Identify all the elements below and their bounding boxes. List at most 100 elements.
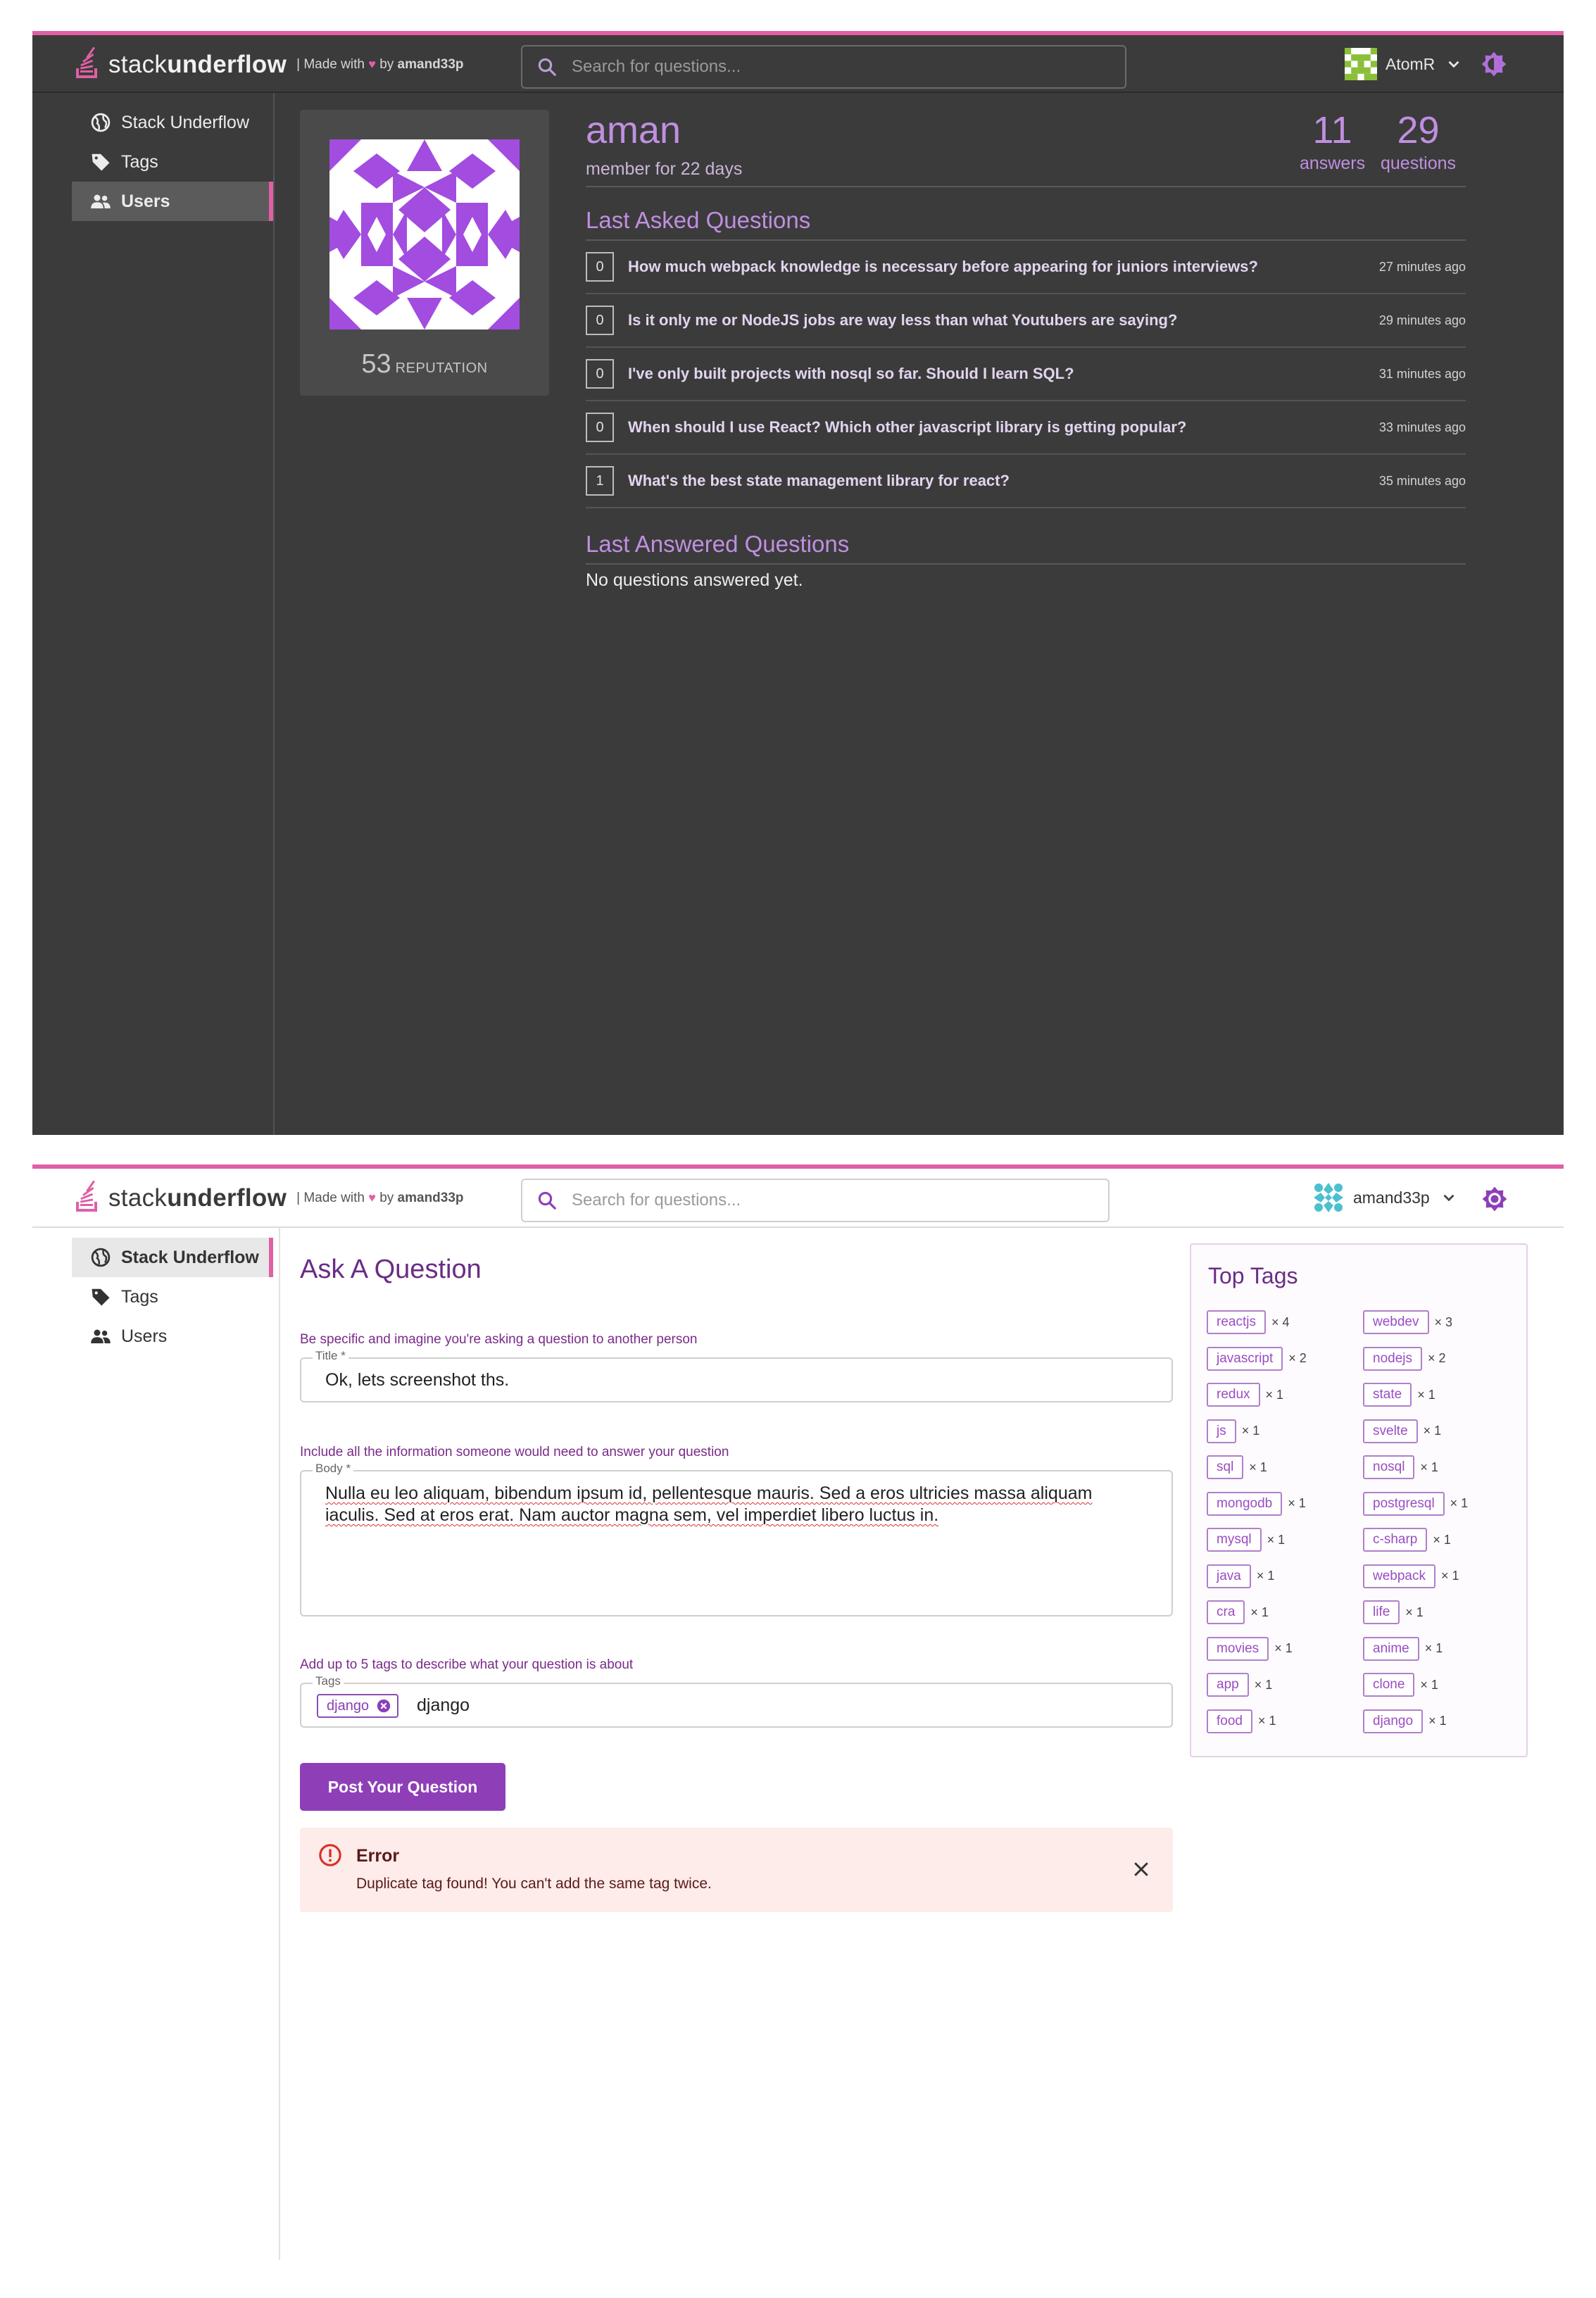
title-field[interactable]: Title * Ok, lets screenshot ths.: [300, 1349, 1173, 1402]
tag-link[interactable]: java: [1207, 1564, 1251, 1588]
logo[interactable]: stackunderflow | Made with ♥ by amand33p: [73, 47, 464, 82]
tag-link[interactable]: nosql: [1363, 1455, 1415, 1479]
search-placeholder: Search for questions...: [572, 57, 741, 76]
question-link[interactable]: Is it only me or NodeJS jobs are way les…: [628, 311, 1379, 329]
user-menu[interactable]: amand33p: [1312, 1181, 1458, 1214]
question-link[interactable]: How much webpack knowledge is necessary …: [628, 258, 1379, 276]
question-link[interactable]: What's the best state management library…: [628, 472, 1379, 490]
sidebar-item-users[interactable]: Users: [72, 1317, 273, 1356]
tag-link[interactable]: redux: [1207, 1383, 1260, 1407]
tag-link[interactable]: reactjs: [1207, 1310, 1266, 1334]
tag-count: × 1: [1450, 1496, 1469, 1510]
body-field[interactable]: Body * Nulla eu leo aliquam, bibendum ip…: [300, 1462, 1173, 1616]
divider: [586, 563, 1466, 565]
tag-chip[interactable]: django: [317, 1694, 399, 1718]
error-message: Duplicate tag found! You can't add the s…: [356, 1876, 712, 1892]
tag-link[interactable]: state: [1363, 1383, 1412, 1407]
question-link[interactable]: When should I use React? Which other jav…: [628, 418, 1379, 437]
member-duration: member for 22 days: [586, 159, 743, 179]
top-tag-item: cra × 1: [1207, 1600, 1269, 1625]
question-row[interactable]: 0 How much webpack knowledge is necessar…: [586, 241, 1466, 294]
author-link[interactable]: amand33p: [398, 1191, 464, 1205]
question-link[interactable]: I've only built projects with nosql so f…: [628, 365, 1379, 383]
tag-count: × 1: [1256, 1569, 1275, 1583]
sidebar-item-label: Users: [121, 1326, 168, 1346]
tags-field[interactable]: Tags django django: [300, 1674, 1173, 1728]
sidebar-item-label: Tags: [121, 1286, 158, 1307]
sidebar-item-tags[interactable]: Tags: [72, 142, 273, 182]
users-icon: [91, 1329, 111, 1343]
tag-link[interactable]: javascript: [1207, 1346, 1283, 1371]
question-row[interactable]: 0 When should I use React? Which other j…: [586, 401, 1466, 455]
tag-chip-label: django: [327, 1697, 370, 1714]
question-time: 27 minutes ago: [1378, 259, 1466, 274]
question-row[interactable]: 0 I've only built projects with nosql so…: [586, 348, 1466, 401]
tag-link[interactable]: movies: [1207, 1636, 1269, 1661]
users-icon: [91, 194, 111, 208]
author-link[interactable]: amand33p: [398, 57, 464, 72]
post-question-button[interactable]: Post Your Question: [300, 1763, 505, 1811]
sidebar-item-home[interactable]: Stack Underflow: [72, 103, 273, 142]
sidebar-item-home[interactable]: Stack Underflow: [72, 1238, 273, 1277]
question-time: 29 minutes ago: [1378, 313, 1466, 327]
question-row[interactable]: 0 Is it only me or NodeJS jobs are way l…: [586, 294, 1466, 348]
close-icon[interactable]: [1131, 1859, 1152, 1880]
tag-link[interactable]: anime: [1363, 1636, 1419, 1661]
tag-link[interactable]: sql: [1207, 1455, 1244, 1479]
tag-link[interactable]: clone: [1363, 1673, 1415, 1697]
tag-link[interactable]: nodejs: [1363, 1346, 1422, 1371]
profile-card: 53 REPUTATION: [300, 110, 549, 396]
questions-label: questions: [1381, 153, 1457, 173]
sidebar: Stack Underflow Tags Users: [32, 1228, 280, 2260]
tag-link[interactable]: webpack: [1363, 1564, 1435, 1588]
chevron-down-icon: [1448, 61, 1459, 68]
tag-link[interactable]: django: [1363, 1709, 1424, 1733]
tag-link[interactable]: c-sharp: [1363, 1528, 1428, 1552]
tag-link[interactable]: mongodb: [1207, 1491, 1283, 1516]
sidebar-item-tags[interactable]: Tags: [72, 1277, 273, 1317]
tag-link[interactable]: cra: [1207, 1600, 1245, 1624]
tag-count: × 1: [1424, 1641, 1443, 1655]
tag-link[interactable]: js: [1207, 1419, 1236, 1443]
search-input[interactable]: Search for questions...: [521, 45, 1126, 89]
tag-link[interactable]: svelte: [1363, 1419, 1418, 1443]
question-row[interactable]: 1 What's the best state management libra…: [586, 455, 1466, 508]
question-score: 0: [586, 252, 614, 282]
chip-remove-icon[interactable]: [376, 1698, 391, 1714]
chevron-down-icon: [1443, 1194, 1454, 1202]
tag-link[interactable]: app: [1207, 1673, 1249, 1697]
theme-toggle-icon[interactable]: [1481, 51, 1507, 77]
top-tag-item: state × 1: [1363, 1382, 1435, 1407]
tag-link[interactable]: postgresql: [1363, 1491, 1445, 1516]
tag-count: × 1: [1420, 1459, 1438, 1474]
user-menu[interactable]: AtomR: [1345, 48, 1463, 80]
tag-count: × 1: [1405, 1605, 1424, 1619]
tag-count: × 1: [1274, 1641, 1293, 1655]
top-tag-item: app × 1: [1207, 1672, 1272, 1697]
tag-link[interactable]: life: [1363, 1600, 1400, 1624]
stack-logo-icon: [76, 1181, 97, 1212]
divider: [586, 186, 1466, 187]
page-title: Ask A Question: [300, 1255, 482, 1284]
tag-link[interactable]: webdev: [1363, 1310, 1429, 1334]
search-input[interactable]: Search for questions...: [521, 1179, 1110, 1222]
question-time: 31 minutes ago: [1378, 366, 1466, 381]
tag-count: × 1: [1417, 1387, 1435, 1402]
top-tag-item: postgresql × 1: [1363, 1491, 1468, 1517]
theme-toggle-icon[interactable]: [1481, 1186, 1508, 1212]
tag-count: × 1: [1288, 1496, 1306, 1510]
top-tag-item: life × 1: [1363, 1600, 1424, 1625]
logo[interactable]: stackunderflow | Made with ♥ by amand33p: [73, 1181, 464, 1216]
brand-name: stackunderflow: [108, 51, 287, 78]
current-username: amand33p: [1353, 1188, 1430, 1207]
tag-count: × 1: [1241, 1424, 1260, 1438]
tag-icon: [92, 153, 110, 171]
tag-link[interactable]: mysql: [1207, 1528, 1262, 1552]
tag-count: × 1: [1254, 1677, 1273, 1692]
made-with-text: | Made with ♥ by amand33p: [296, 1191, 464, 1205]
tag-link[interactable]: food: [1207, 1709, 1252, 1733]
tag-count: × 3: [1434, 1314, 1453, 1329]
user-avatar: [1312, 1181, 1345, 1214]
sidebar-item-users[interactable]: Users: [72, 182, 273, 221]
sidebar-item-label: Users: [121, 191, 170, 211]
